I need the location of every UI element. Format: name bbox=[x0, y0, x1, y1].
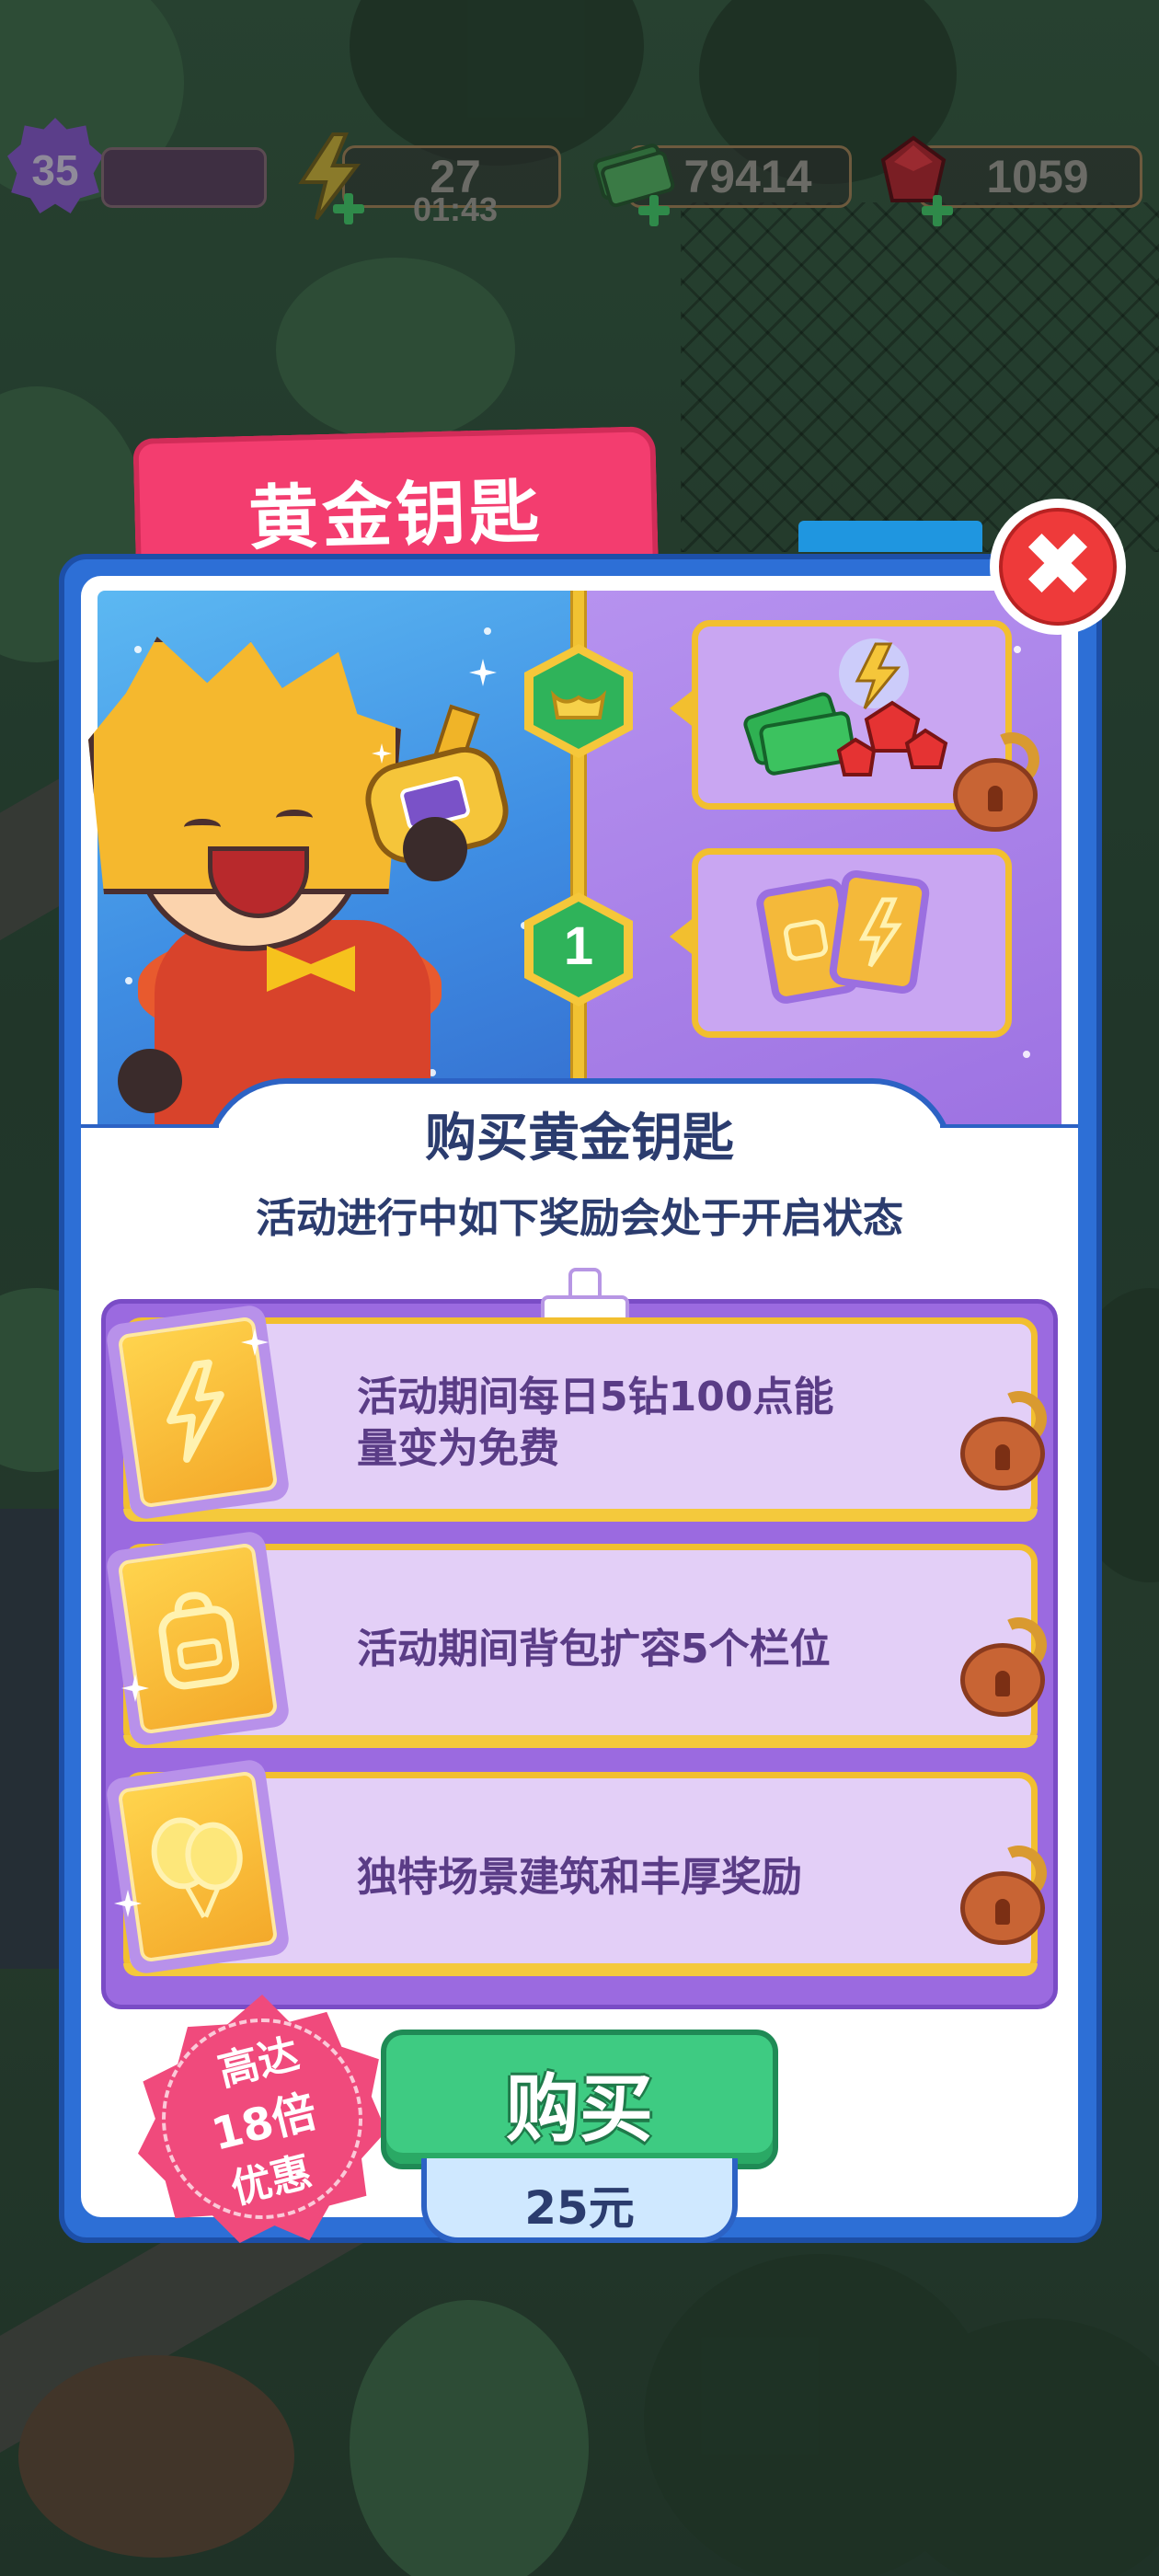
benefit-backpack-text: 活动期间背包扩容5个栏位 bbox=[357, 1626, 831, 1673]
close-x-icon[interactable]: ✖ bbox=[999, 508, 1117, 622]
purchase-heading: 购买黄金钥匙 bbox=[425, 1109, 734, 1168]
buy-button-label[interactable]: 购买 bbox=[381, 2050, 778, 2156]
gem-value: 1059 bbox=[986, 151, 1089, 202]
popup-title: 黄金钥匙 bbox=[247, 470, 545, 559]
energy-timer: 01:43 bbox=[412, 190, 499, 228]
benefit-energy-line1: 活动期间每日5钻100点能 bbox=[357, 1374, 834, 1420]
lock-icon bbox=[960, 1609, 1055, 1717]
xp-progress-bar bbox=[101, 147, 267, 208]
purchase-subheading: 活动进行中如下奖励会处于开启状态 bbox=[256, 1195, 903, 1242]
benefit-energy-line2: 量变为免费 bbox=[357, 1425, 559, 1472]
tier-1-label: 1 bbox=[563, 916, 594, 976]
price-value: 25元 bbox=[524, 2181, 635, 2235]
benefit-buildings-text: 独特场景建筑和丰厚奖励 bbox=[357, 1854, 802, 1901]
level-number: 35 bbox=[31, 146, 79, 194]
lock-icon bbox=[953, 724, 1048, 832]
cash-value: 79414 bbox=[683, 151, 812, 202]
lock-icon bbox=[960, 1383, 1055, 1490]
cash-and-gems-icon bbox=[743, 638, 948, 776]
energy-and-backpack-cards-icon bbox=[756, 870, 930, 1004]
gold-ingot-icon bbox=[551, 690, 606, 719]
lock-icon bbox=[960, 1837, 1055, 1945]
